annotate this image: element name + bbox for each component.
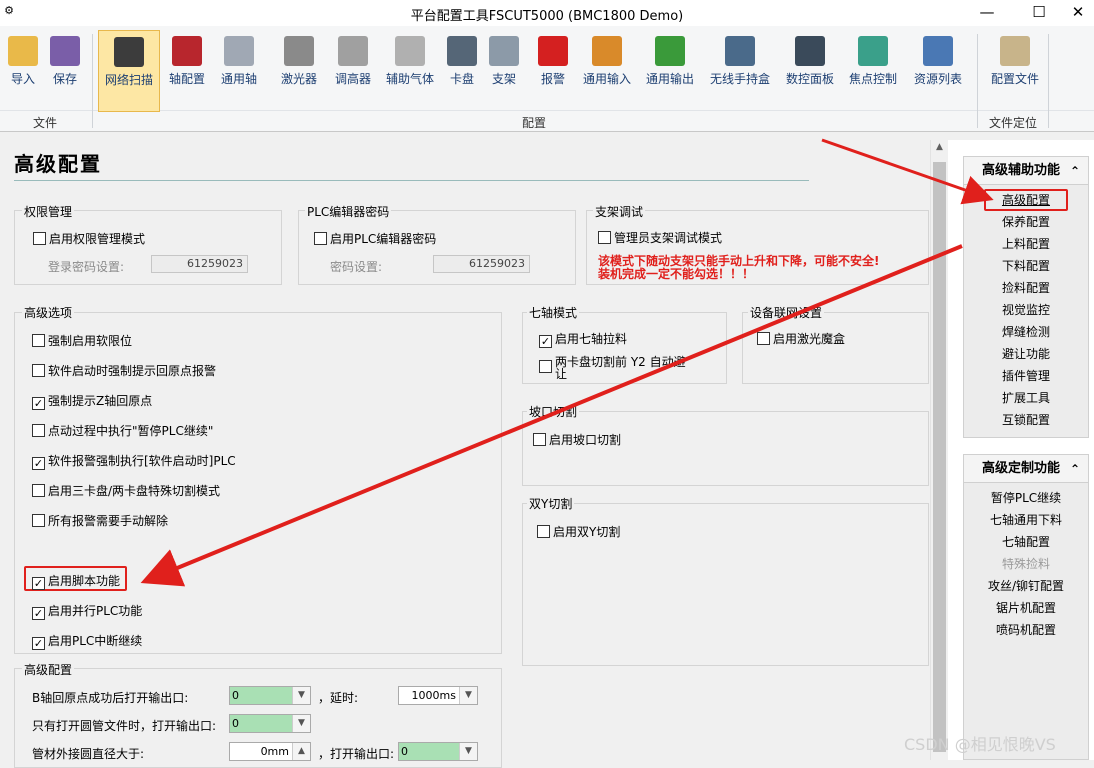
z-home-prompt-checkbox[interactable]: ✓ 强制提示Z轴回原点 bbox=[32, 392, 152, 410]
jog-pause-plc-checkbox[interactable]: 点动过程中执行"暂停PLC继续" bbox=[32, 422, 213, 438]
manual-alarm-clear-checkbox[interactable]: 所有报警需要手动解除 bbox=[32, 512, 168, 528]
watermark: CSDN @相见恨晚VS bbox=[904, 735, 1056, 754]
multi-chuck-mode-checkbox[interactable]: 启用三卡盘/两卡盘特殊切割模式 bbox=[32, 482, 220, 498]
soft-limit-checkbox[interactable]: 强制启用软限位 bbox=[32, 332, 132, 348]
plc-interrupt-continue-checkbox[interactable]: ✓ 启用PLC中断继续 bbox=[32, 632, 142, 650]
arrow-to-adv-config bbox=[821, 138, 994, 205]
script-function-checkbox[interactable]: ✓ 启用脚本功能 bbox=[32, 572, 120, 590]
alarm-startup-plc-checkbox[interactable]: ✓ 软件报警强制执行[软件启动时]PLC bbox=[32, 452, 236, 470]
startup-home-alarm-checkbox[interactable]: 软件启动时强制提示回原点报警 bbox=[32, 362, 216, 378]
annotation-arrows bbox=[140, 138, 994, 587]
parallel-plc-checkbox[interactable]: ✓ 启用并行PLC功能 bbox=[32, 602, 142, 620]
arrow-to-script bbox=[140, 244, 963, 587]
